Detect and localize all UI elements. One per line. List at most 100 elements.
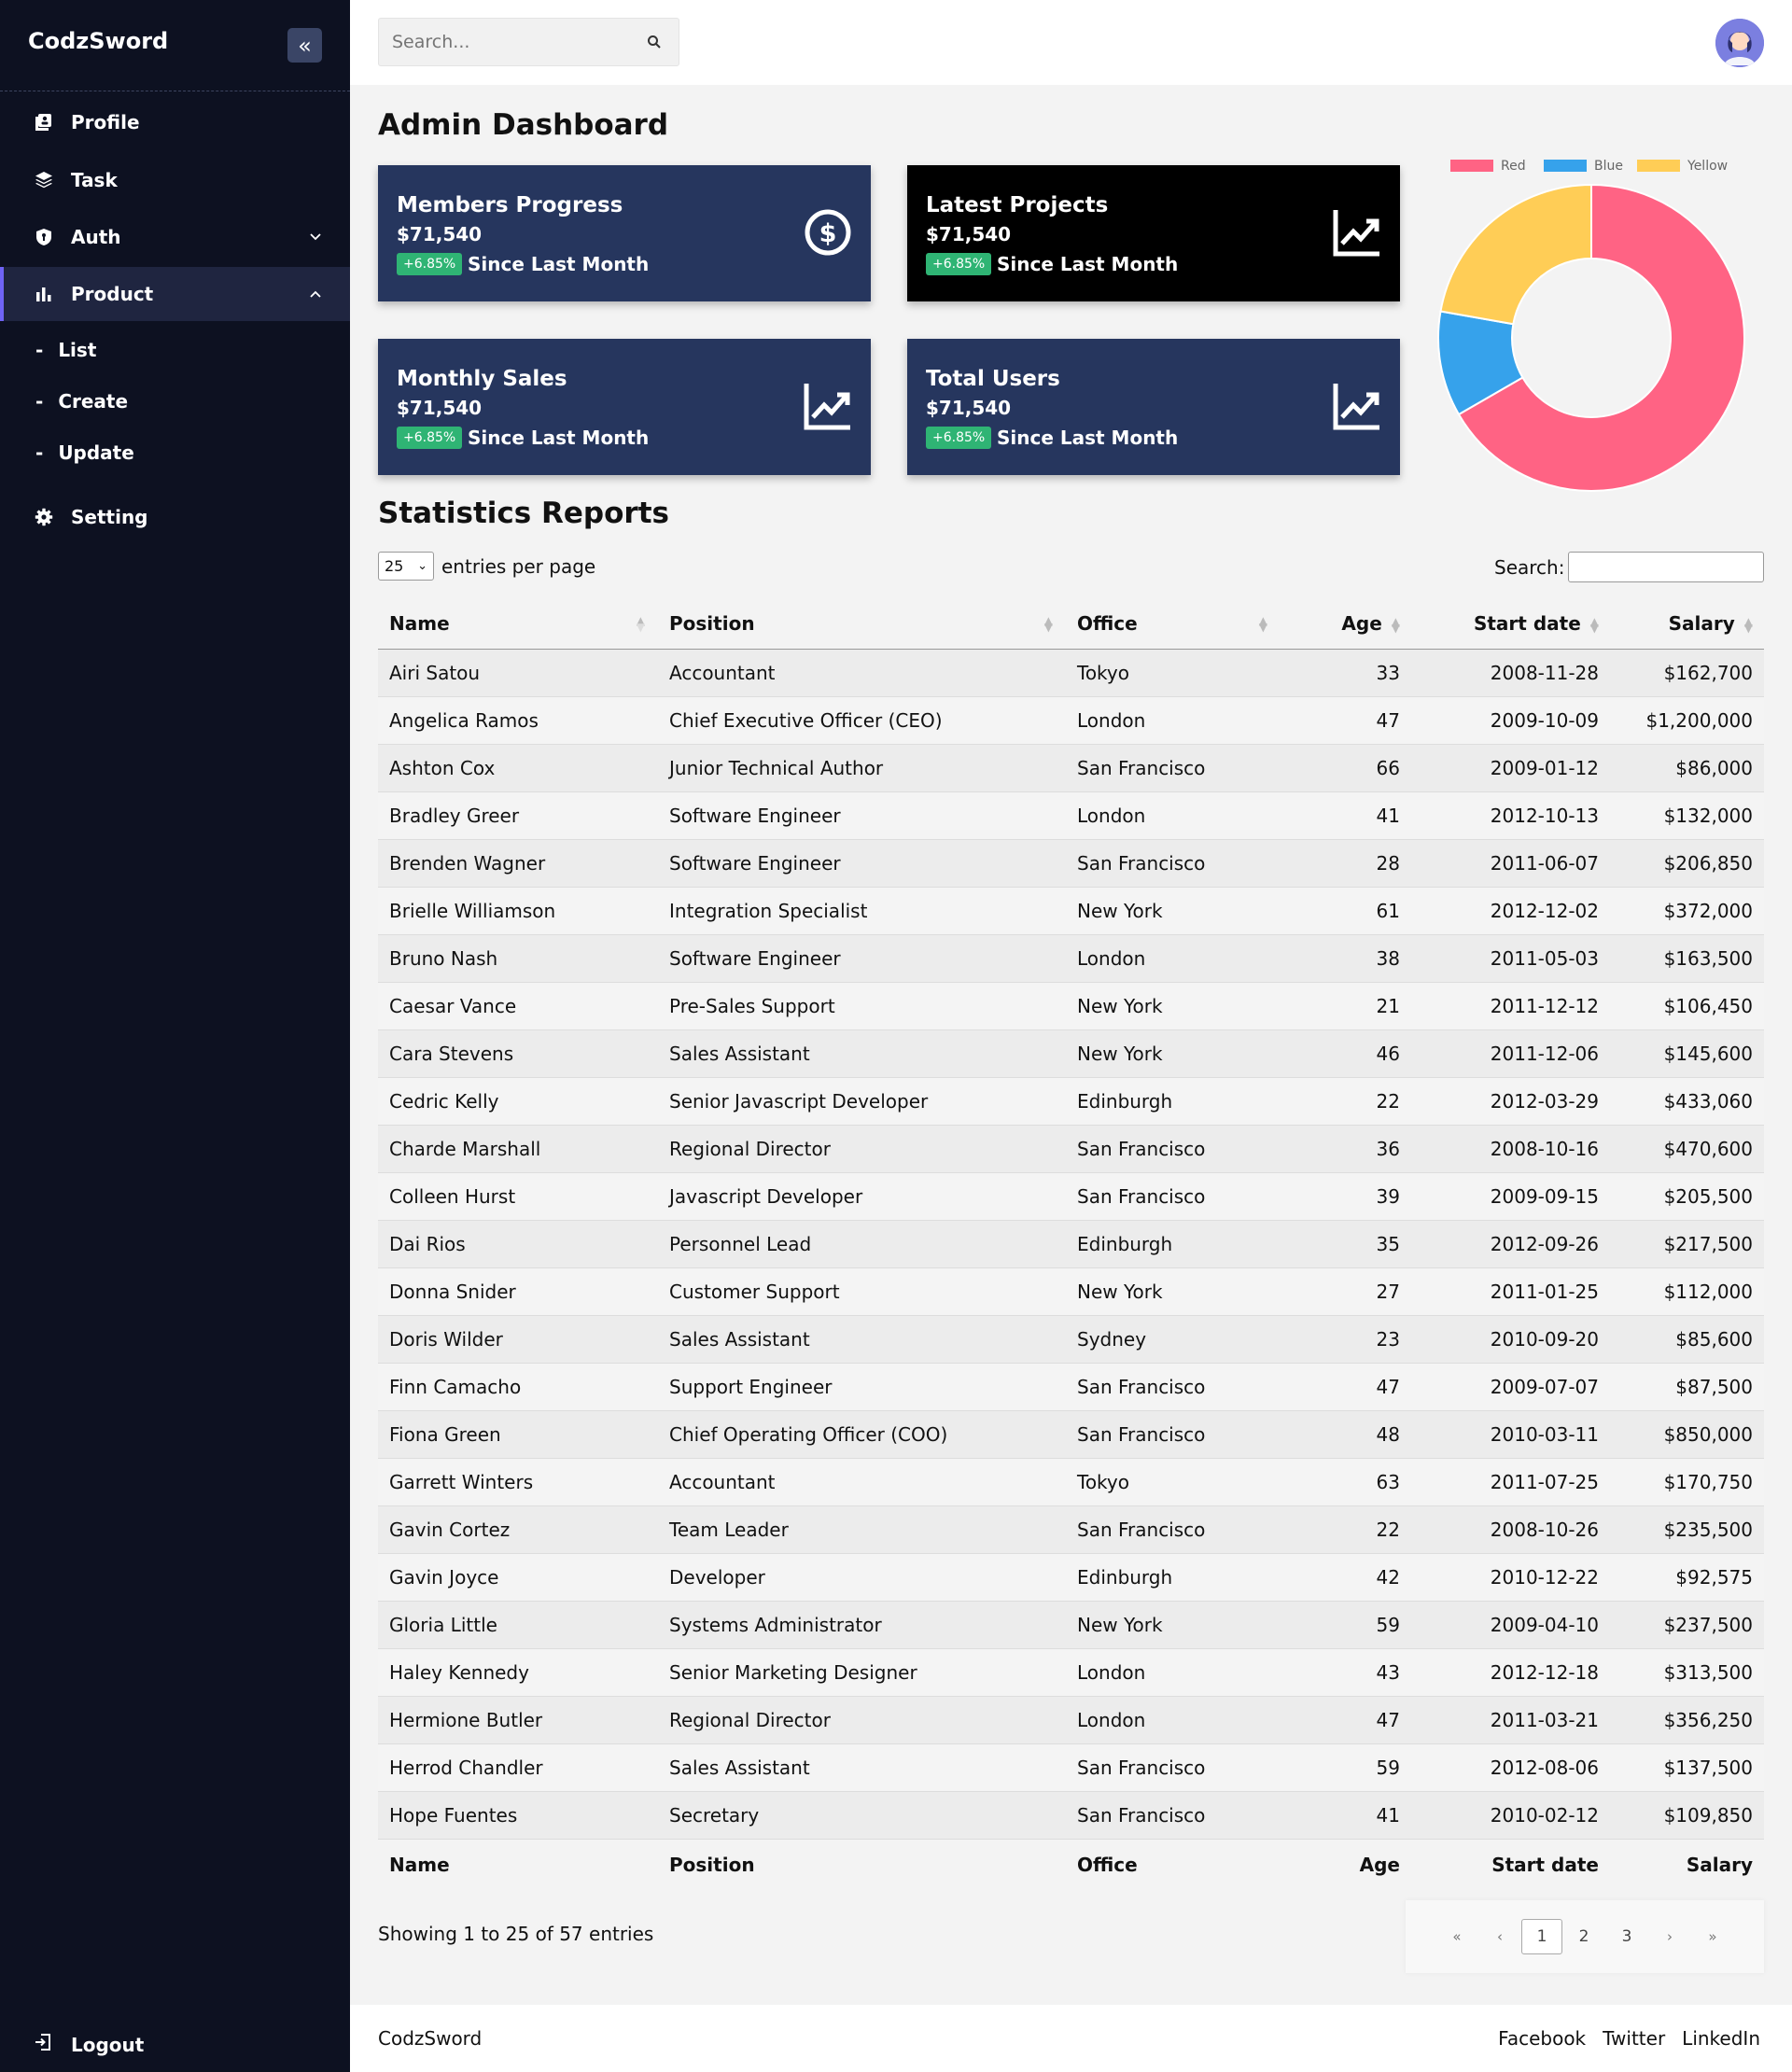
table-search-input[interactable] [1568, 552, 1765, 582]
cell-name: Cedric Kelly [378, 1077, 658, 1126]
footer-link-twitter[interactable]: Twitter [1603, 2027, 1665, 2050]
header-search [378, 18, 679, 66]
section-title: Statistics Reports [378, 497, 669, 530]
cell-start-date: 2012-08-06 [1411, 1743, 1610, 1792]
cell-office: London [1066, 1648, 1281, 1697]
table-row: Donna Snider Customer Support New York 27 20… [378, 1267, 1764, 1316]
column-header-age[interactable]: Age ▲ ▼ [1281, 599, 1411, 650]
cell-position: Regional Director [658, 1125, 1066, 1173]
legend-item-red[interactable]: Red [1450, 159, 1526, 174]
card-title: Monthly Sales [397, 367, 567, 391]
cell-start-date: 2011-06-07 [1411, 839, 1610, 888]
card-since: Since Last Month [997, 427, 1179, 449]
cell-age: 47 [1281, 696, 1411, 745]
table-row: Airi Satou Accountant Tokyo 33 2008-11-28 $16… [378, 649, 1764, 697]
column-header-salary[interactable]: Salary ▲ ▼ [1610, 599, 1764, 650]
pagination-page-1[interactable]: 1 [1521, 1919, 1562, 1954]
cell-salary: $235,500 [1610, 1505, 1764, 1554]
user-avatar[interactable] [1715, 19, 1764, 67]
cell-start-date: 2008-11-28 [1411, 649, 1610, 697]
cell-salary: $137,500 [1610, 1743, 1764, 1792]
sidebar-item-setting[interactable]: Setting [0, 490, 350, 544]
brand-logo[interactable]: CodzSword [28, 28, 168, 54]
cell-name: Doris Wilder [378, 1315, 658, 1364]
card-badge: +6.85% [926, 427, 992, 449]
search-input[interactable] [379, 19, 631, 65]
legend-label: Yellow [1687, 159, 1728, 174]
cell-name: Colleen Hurst [378, 1172, 658, 1221]
cell-age: 27 [1281, 1267, 1411, 1316]
pagination-page-2[interactable]: 2 [1562, 1919, 1605, 1954]
cell-name: Haley Kennedy [378, 1648, 658, 1697]
cell-position: Chief Operating Officer (COO) [658, 1410, 1066, 1459]
table-row: Hermione Butler Regional Director London 47… [378, 1696, 1764, 1744]
sidebar-item-label: Profile [71, 111, 140, 133]
cell-start-date: 2010-03-11 [1411, 1410, 1610, 1459]
cell-position: Developer [658, 1553, 1066, 1602]
cell-start-date: 2011-05-03 [1411, 934, 1610, 983]
cell-salary: $106,450 [1610, 982, 1764, 1030]
cell-office: New York [1066, 1601, 1281, 1649]
cell-start-date: 2009-04-10 [1411, 1601, 1610, 1649]
footer-link-facebook[interactable]: Facebook [1498, 2027, 1586, 2050]
pagination-first[interactable]: « [1435, 1919, 1478, 1954]
logout-button[interactable]: Logout [34, 2033, 144, 2056]
cell-office: San Francisco [1066, 1125, 1281, 1173]
sidebar-item-auth[interactable]: Auth [0, 210, 350, 264]
page-footer: CodzSword Facebook Twitter LinkedIn [350, 2005, 1792, 2072]
column-header-position[interactable]: Position ▲ ▼ [658, 599, 1066, 650]
footer-column-age: Age [1281, 1838, 1411, 1891]
cell-salary: $313,500 [1610, 1648, 1764, 1697]
cell-position: Support Engineer [658, 1363, 1066, 1411]
pagination-prev[interactable]: ‹ [1478, 1919, 1521, 1954]
cell-name: Bruno Nash [378, 934, 658, 983]
donut-slice-yellow[interactable] [1439, 183, 1592, 326]
cell-salary: $170,750 [1610, 1458, 1764, 1506]
sort-asc-icon: ▲ ▼ [636, 614, 645, 634]
pagination: « ‹ 1 2 3 › » [1406, 1900, 1764, 1973]
cell-age: 47 [1281, 1363, 1411, 1411]
sidebar-subitem-label: List [58, 339, 97, 361]
cell-name: Gavin Cortez [378, 1505, 658, 1554]
dollar-circle-icon: $ [802, 206, 854, 259]
cell-office: New York [1066, 887, 1281, 935]
sidebar: CodzSword « Profile Task Auth Product - … [0, 0, 350, 2072]
sidebar-subitem-create[interactable]: - Create [35, 390, 128, 413]
legend-item-yellow[interactable]: Yellow [1637, 159, 1728, 174]
entries-per-page-select[interactable]: 25 ⌄ [378, 552, 434, 581]
search-icon[interactable] [647, 35, 662, 53]
cell-name: Finn Camacho [378, 1363, 658, 1411]
cell-position: Accountant [658, 1458, 1066, 1506]
cell-office: San Francisco [1066, 839, 1281, 888]
footer-brand[interactable]: CodzSword [378, 2027, 482, 2050]
column-header-start-date[interactable]: Start date ▲ ▼ [1411, 599, 1610, 650]
cell-office: London [1066, 1696, 1281, 1744]
sidebar-subitem-update[interactable]: - Update [35, 441, 134, 464]
logout-icon [34, 2033, 52, 2056]
cell-office: Edinburgh [1066, 1220, 1281, 1268]
sidebar-item-label: Auth [71, 226, 121, 248]
cell-start-date: 2012-09-26 [1411, 1220, 1610, 1268]
sidebar-collapse-button[interactable]: « [287, 28, 322, 63]
table-row: Caesar Vance Pre-Sales Support New York 21 2… [378, 982, 1764, 1030]
pagination-next[interactable]: › [1648, 1919, 1691, 1954]
footer-link-linkedin[interactable]: LinkedIn [1682, 2027, 1760, 2050]
cell-start-date: 2012-10-13 [1411, 791, 1610, 840]
sidebar-item-profile[interactable]: Profile [0, 95, 350, 149]
cell-age: 23 [1281, 1315, 1411, 1364]
card-badge: +6.85% [397, 253, 463, 275]
cell-position: Junior Technical Author [658, 744, 1066, 792]
chart-line-icon [802, 380, 854, 432]
pagination-page-3[interactable]: 3 [1605, 1919, 1648, 1954]
sidebar-item-task[interactable]: Task [0, 153, 350, 207]
table-search-label: Search: [1494, 555, 1565, 579]
column-header-name[interactable]: Name ▲ ▼ [378, 599, 658, 650]
pagination-last[interactable]: » [1691, 1919, 1734, 1954]
column-header-office[interactable]: Office ▲ ▼ [1066, 599, 1281, 650]
sidebar-item-product[interactable]: Product [0, 267, 350, 321]
legend-item-blue[interactable]: Blue [1544, 159, 1623, 174]
cell-salary: $163,500 [1610, 934, 1764, 983]
card-badge: +6.85% [926, 253, 992, 275]
cell-start-date: 2012-12-18 [1411, 1648, 1610, 1697]
sidebar-subitem-list[interactable]: - List [35, 339, 96, 361]
